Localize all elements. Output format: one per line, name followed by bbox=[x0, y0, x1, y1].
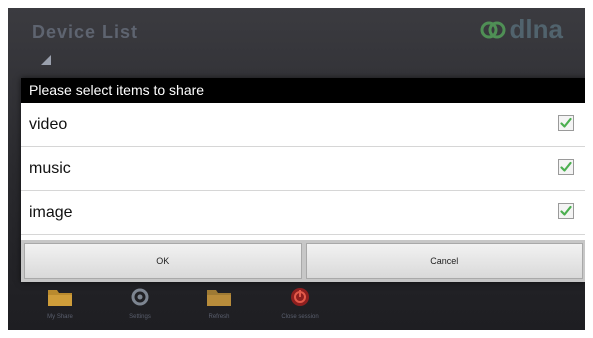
dialog-title: Please select items to share bbox=[21, 78, 585, 103]
check-icon bbox=[560, 161, 572, 172]
music-checkbox[interactable] bbox=[558, 159, 574, 175]
dialog-button-bar: OK Cancel bbox=[21, 240, 585, 282]
item-label: video bbox=[29, 116, 68, 133]
signal-icon bbox=[41, 55, 51, 65]
folder-icon bbox=[48, 290, 72, 306]
item-label: music bbox=[29, 160, 71, 177]
bottom-label: Refresh bbox=[208, 314, 230, 320]
settings-icon bbox=[131, 288, 149, 306]
refresh-folder-icon bbox=[207, 290, 231, 306]
dlna-logo: dlna bbox=[479, 14, 563, 45]
share-item-video[interactable]: video bbox=[21, 103, 585, 147]
bottom-toolbar: My Share Settings Refresh Close session bbox=[8, 286, 585, 330]
cancel-button[interactable]: Cancel bbox=[305, 243, 583, 279]
ok-button[interactable]: OK bbox=[24, 243, 302, 279]
image-checkbox[interactable] bbox=[558, 203, 574, 219]
logo-text: dlna bbox=[509, 14, 563, 44]
close-session-button[interactable]: Close session bbox=[270, 286, 330, 330]
bottom-label: My Share bbox=[47, 314, 73, 320]
share-item-music[interactable]: music bbox=[21, 147, 585, 191]
my-share-button[interactable]: My Share bbox=[30, 286, 90, 330]
refresh-button[interactable]: Refresh bbox=[189, 286, 249, 330]
power-icon bbox=[291, 288, 309, 306]
share-item-image[interactable]: image bbox=[21, 191, 585, 235]
bottom-label: Close session bbox=[281, 314, 319, 320]
check-icon bbox=[560, 117, 572, 128]
item-label: image bbox=[29, 204, 73, 221]
settings-button[interactable]: Settings bbox=[110, 286, 170, 330]
video-checkbox[interactable] bbox=[558, 115, 574, 131]
share-dialog: Please select items to share video music… bbox=[21, 78, 585, 282]
app-title: Device List bbox=[32, 22, 139, 42]
check-icon bbox=[560, 205, 572, 216]
dlna-logo-icon bbox=[480, 21, 506, 38]
bottom-label: Settings bbox=[129, 314, 151, 320]
app-window: Device List dlna Please select items to … bbox=[8, 8, 585, 330]
